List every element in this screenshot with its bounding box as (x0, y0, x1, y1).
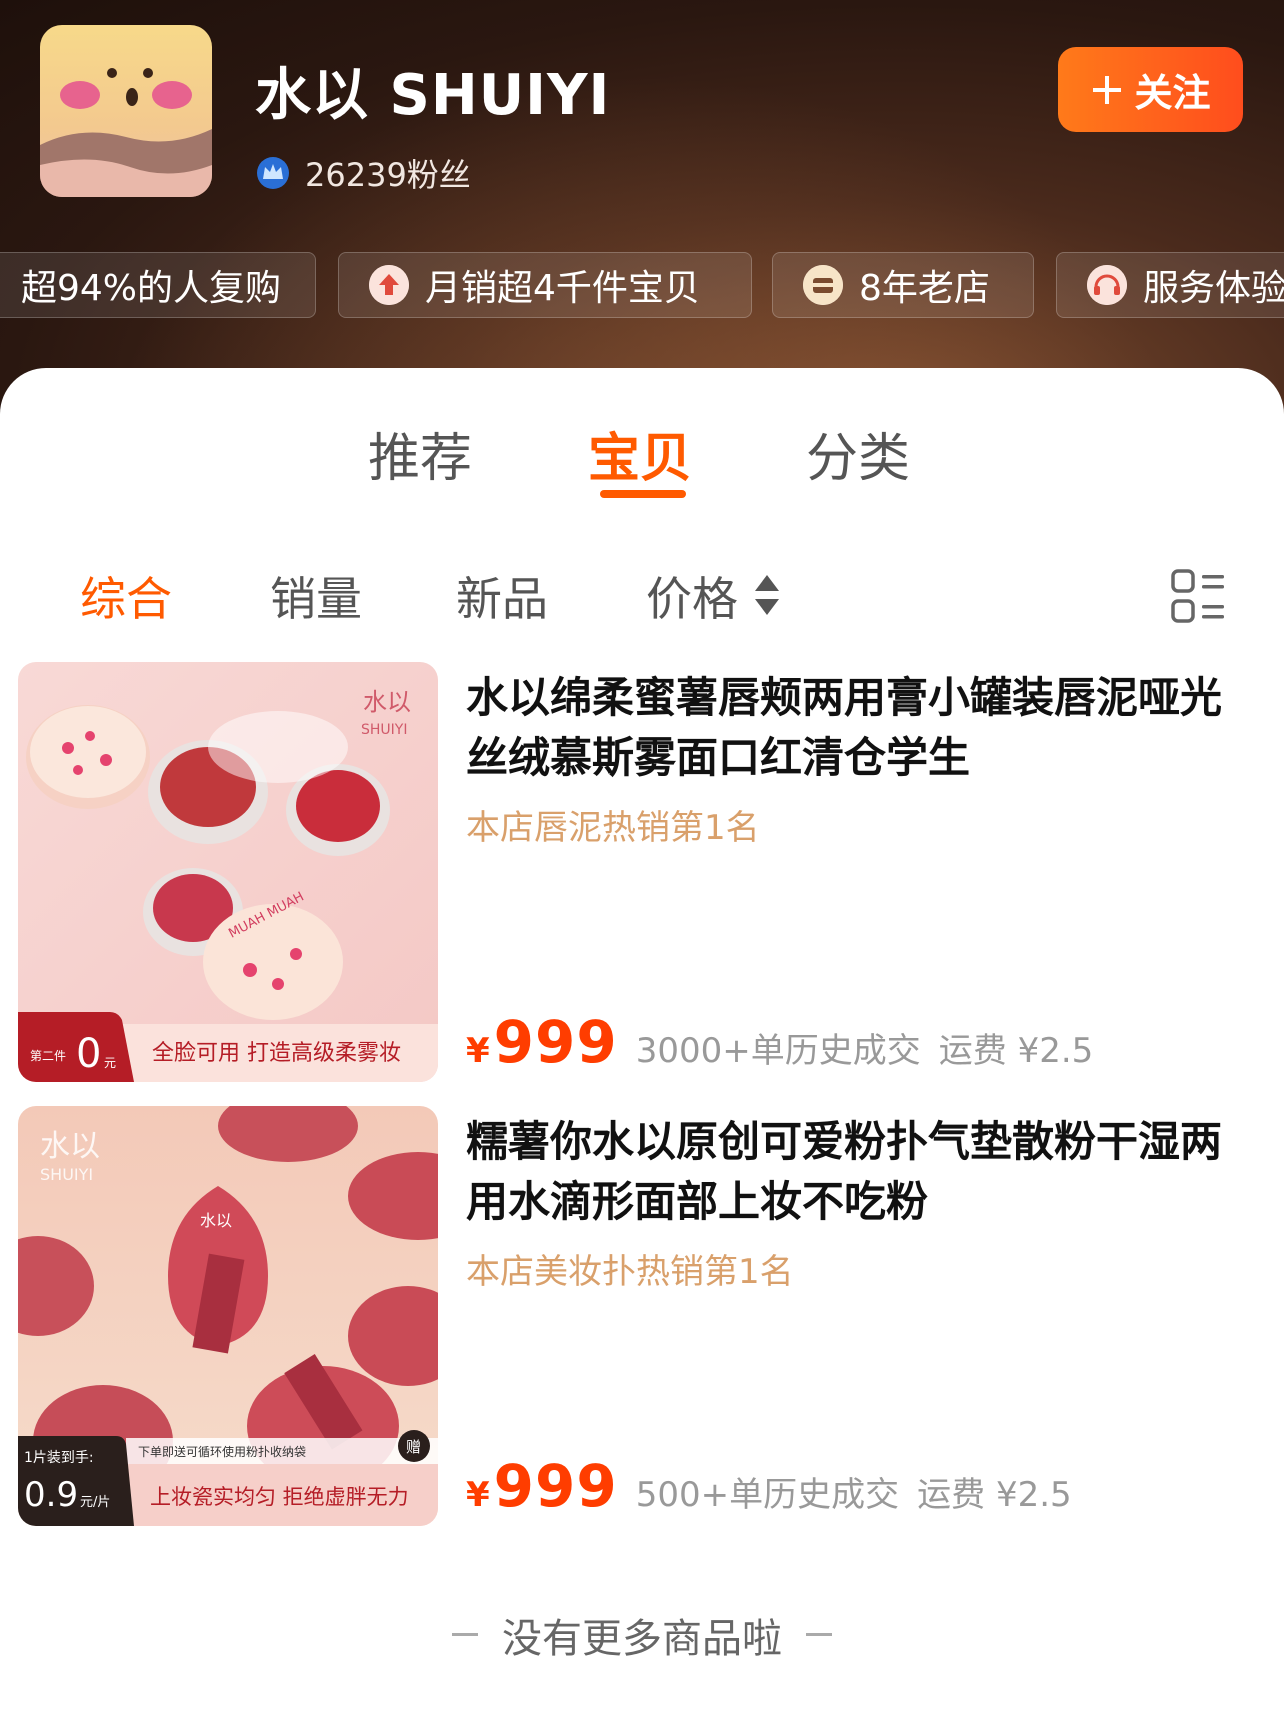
product-rank: 本店美妆扑热销第1名 (466, 1252, 794, 1292)
tab-recommend[interactable]: 推荐 (368, 416, 472, 491)
currency-symbol: ¥ (466, 1475, 490, 1515)
end-of-list-text: 没有更多商品啦 (502, 1615, 782, 1662)
chip-repurchase[interactable]: 超94%的人复购 (0, 252, 316, 318)
product-price-row: ¥ 999 3000+单历史成交 运费 ¥2.5 (466, 1008, 1093, 1076)
fans-row: 26239粉丝 (255, 150, 471, 196)
product-price: 999 (493, 1008, 618, 1076)
shop-logo-icon (40, 25, 212, 197)
tab-items[interactable]: 宝贝 (588, 416, 692, 491)
product-sold: 3000+单历史成交 (635, 1031, 921, 1071)
puff-brand-cn: 水以 (200, 1211, 232, 1230)
service-headset-icon (1087, 265, 1127, 305)
promo-banner: 全脸可用 打造高级柔雾妆 (152, 1041, 401, 1066)
shop-avatar[interactable] (40, 25, 212, 197)
promo-big: 0 (76, 1031, 101, 1077)
fans-count: 26239粉丝 (305, 156, 471, 194)
chip-label: 月销超4千件宝贝 (425, 268, 700, 309)
sort-sales[interactable]: 销量 (270, 563, 362, 629)
layout-toggle-icon[interactable] (1170, 568, 1226, 624)
follow-label: 关注 (1134, 73, 1211, 115)
sort-new[interactable]: 新品 (456, 563, 548, 629)
promo-big: 0.9 (24, 1475, 78, 1515)
sort-arrows-icon[interactable] (752, 571, 782, 619)
product-title[interactable]: 糯薯你水以原创可爱粉扑气垫散粉干湿两用水滴形面部上妆不吃粉 (466, 1112, 1256, 1232)
divider (452, 1633, 478, 1636)
sort-price[interactable]: 价格 (646, 563, 738, 629)
product-title[interactable]: 水以绵柔蜜薯唇颊两用膏小罐装唇泥哑光丝绒慕斯雾面口红清仓学生 (466, 668, 1256, 788)
main-tabs: 推荐 宝贝 分类 (0, 416, 1284, 496)
shop-name: 水以 SHUIYI (255, 63, 611, 128)
active-tab-indicator (600, 490, 686, 498)
content-panel: 推荐 宝贝 分类 综合 销量 新品 价格 MUAH MUAH 水以 SHUIYI… (0, 368, 1284, 1732)
shop-badges: 超94%的人复购 月销超4千件宝贝 8年老店 服务体验 (0, 252, 1284, 318)
brand-cn: 水以 (363, 688, 411, 716)
gift-badge: 赠 (406, 1438, 421, 1456)
promo-small: 1片装到手: (24, 1450, 94, 1466)
up-arrow-icon (369, 265, 409, 305)
divider (806, 1633, 832, 1636)
promo-banner: 上妆瓷实均匀 拒绝虚胖无力 (150, 1485, 409, 1509)
chip-monthly-sales[interactable]: 月销超4千件宝贝 (338, 252, 752, 318)
crown-badge-icon (257, 157, 289, 189)
chip-shop-age[interactable]: 8年老店 (772, 252, 1034, 318)
product-card[interactable]: 水以 水以 SHUIYI 下单即送可循环使用粉扑收纳袋 赠 1片装到手: 0.9… (18, 1106, 1268, 1526)
product-rank: 本店唇泥热销第1名 (466, 808, 760, 848)
chip-label: 8年老店 (859, 268, 990, 309)
product-price: 999 (493, 1452, 618, 1520)
chip-label: 服务体验 (1143, 268, 1284, 309)
chip-service[interactable]: 服务体验 (1056, 252, 1284, 318)
brand-en: SHUIYI (40, 1165, 93, 1184)
product-image[interactable]: MUAH MUAH 水以 SHUIYI 第二件 0 元 全脸可用 打造高级柔雾妆 (18, 662, 438, 1082)
shop-age-icon (803, 265, 843, 305)
product-shipping: 运费 ¥2.5 (938, 1031, 1094, 1071)
gift-note: 下单即送可循环使用粉扑收纳袋 (138, 1444, 306, 1459)
follow-button[interactable]: 关注 (1058, 47, 1243, 132)
brand-en: SHUIYI (361, 722, 407, 738)
powder-puff-product-image: 水以 水以 SHUIYI 下单即送可循环使用粉扑收纳袋 赠 1片装到手: 0.9… (18, 1106, 438, 1526)
brand-cn: 水以 (40, 1129, 100, 1164)
promo-unit: 元 (104, 1056, 116, 1070)
tab-categories[interactable]: 分类 (806, 416, 910, 491)
product-price-row: ¥ 999 500+单历史成交 运费 ¥2.5 (466, 1452, 1072, 1520)
chip-label: 超94%的人复购 (21, 268, 282, 309)
promo-small: 第二件 (30, 1049, 66, 1063)
sort-overall[interactable]: 综合 (80, 563, 172, 629)
product-shipping: 运费 ¥2.5 (917, 1475, 1072, 1515)
currency-symbol: ¥ (466, 1031, 490, 1071)
product-sold: 500+单历史成交 (635, 1475, 900, 1515)
product-card[interactable]: MUAH MUAH 水以 SHUIYI 第二件 0 元 全脸可用 打造高级柔雾妆… (18, 662, 1268, 1082)
plus-icon (1093, 75, 1122, 104)
end-of-list: 没有更多商品啦 (0, 1600, 1284, 1664)
product-image[interactable]: 水以 水以 SHUIYI 下单即送可循环使用粉扑收纳袋 赠 1片装到手: 0.9… (18, 1106, 438, 1526)
sort-bar: 综合 销量 新品 价格 (0, 563, 1284, 633)
promo-unit: 元/片 (80, 1495, 110, 1510)
lip-mud-product-image: MUAH MUAH 水以 SHUIYI 第二件 0 元 全脸可用 打造高级柔雾妆 (18, 662, 438, 1082)
